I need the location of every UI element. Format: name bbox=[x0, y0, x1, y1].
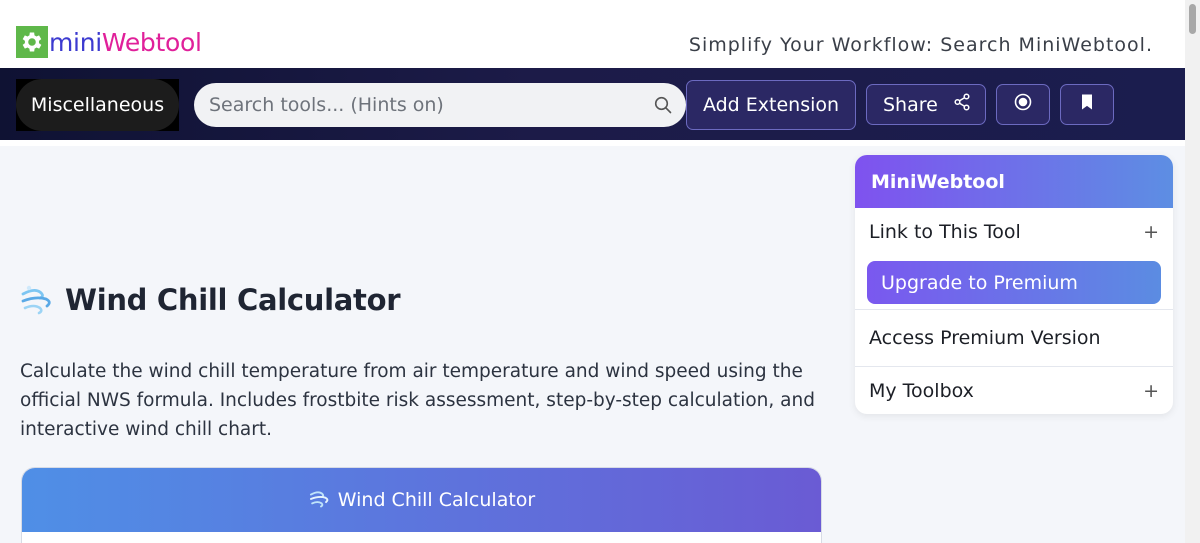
share-icon bbox=[954, 93, 970, 116]
logo-wordmark: miniWebtool bbox=[49, 28, 202, 57]
nav-bar: Miscellaneous Add Extension Share bbox=[0, 68, 1185, 140]
sidebar-panel: MiniWebtool Link to This Tool + Upgrade … bbox=[855, 155, 1173, 414]
wind-icon bbox=[308, 487, 332, 514]
wind-icon bbox=[20, 282, 55, 317]
category-wrapper: Miscellaneous bbox=[16, 79, 179, 131]
logo-text-webtool: Webtool bbox=[101, 27, 202, 57]
record-icon bbox=[1014, 93, 1032, 116]
plus-icon[interactable]: + bbox=[1143, 221, 1159, 243]
scrollbar-thumb[interactable] bbox=[1189, 4, 1196, 34]
calculator-card-title: Wind Chill Calculator bbox=[337, 489, 536, 511]
share-label: Share bbox=[883, 93, 938, 116]
share-button[interactable]: Share bbox=[866, 84, 986, 125]
plus-icon[interactable]: + bbox=[1143, 380, 1159, 402]
site-tagline: Simplify Your Workflow: Search MiniWebto… bbox=[688, 34, 1153, 56]
add-extension-button[interactable]: Add Extension bbox=[686, 80, 856, 130]
page-title: Wind Chill Calculator bbox=[20, 282, 401, 317]
sidebar-item-label: Link to This Tool bbox=[869, 221, 1021, 243]
nav-divider bbox=[0, 140, 1185, 146]
search-input[interactable] bbox=[209, 94, 639, 116]
gear-icon bbox=[16, 26, 48, 58]
site-logo[interactable]: miniWebtool bbox=[16, 26, 202, 58]
top-header: miniWebtool Simplify Your Workflow: Sear… bbox=[0, 0, 1185, 68]
sidebar-item-link-to-tool[interactable]: Link to This Tool + bbox=[855, 208, 1173, 256]
logo-text-mini: mini bbox=[49, 27, 102, 57]
tool-description: Calculate the wind chill temperature fro… bbox=[20, 361, 815, 440]
calculator-card-header: Wind Chill Calculator bbox=[22, 468, 821, 532]
page-scrollbar[interactable] bbox=[1185, 0, 1200, 543]
calculator-card: Wind Chill Calculator bbox=[21, 467, 822, 543]
sidebar-item-label: Access Premium Version bbox=[869, 327, 1101, 349]
premium-wrapper: Upgrade to Premium bbox=[855, 256, 1173, 310]
sidebar-title: MiniWebtool bbox=[855, 155, 1173, 208]
bookmark-button[interactable] bbox=[1060, 84, 1114, 125]
sidebar-item-label: My Toolbox bbox=[869, 379, 974, 402]
sidebar-item-my-toolbox[interactable]: My Toolbox + bbox=[855, 367, 1173, 414]
search-box bbox=[194, 83, 686, 127]
category-button[interactable]: Miscellaneous bbox=[16, 79, 179, 131]
search-icon[interactable] bbox=[654, 96, 672, 118]
upgrade-premium-button[interactable]: Upgrade to Premium bbox=[867, 261, 1161, 304]
sidebar-item-access-premium[interactable]: Access Premium Version bbox=[855, 310, 1173, 367]
page-title-text: Wind Chill Calculator bbox=[65, 282, 401, 317]
record-button[interactable] bbox=[996, 84, 1050, 125]
bookmark-icon bbox=[1079, 93, 1095, 116]
